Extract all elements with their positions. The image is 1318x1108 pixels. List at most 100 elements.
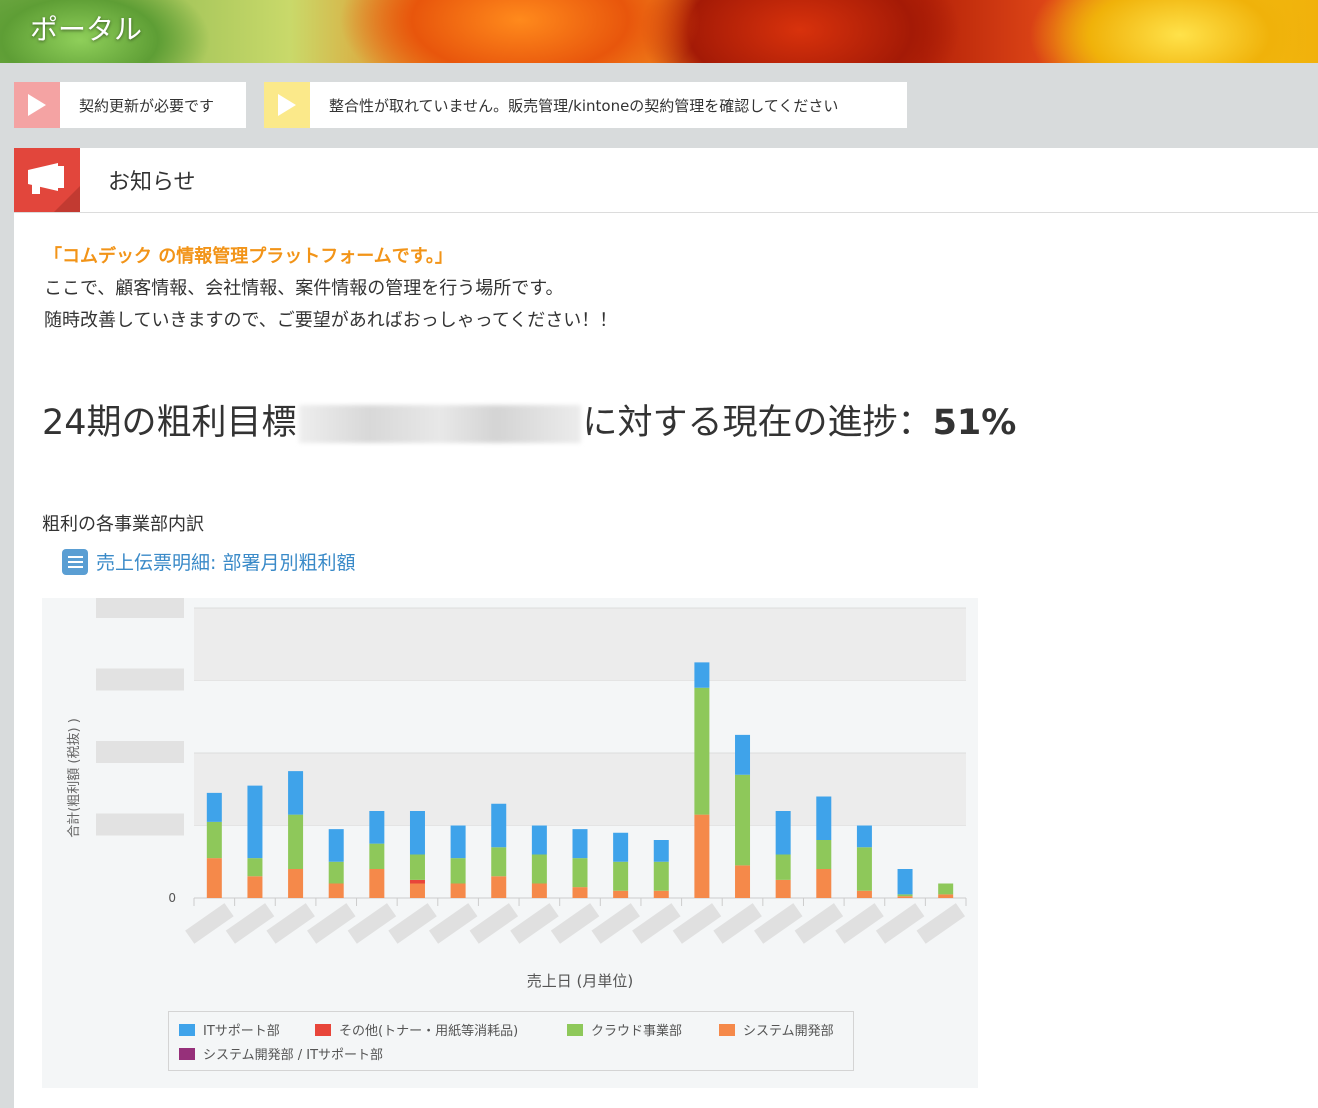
bar-segment bbox=[409, 811, 425, 855]
portal-title: ポータル bbox=[30, 13, 143, 46]
redacted-x-tick bbox=[510, 903, 559, 944]
redacted-x-tick bbox=[916, 903, 966, 944]
redacted-x-tick bbox=[185, 903, 234, 944]
report-link-label: 売上伝票明細: 部署月別粗利額 bbox=[96, 552, 356, 574]
redacted-x-tick bbox=[794, 903, 844, 944]
bar-segment bbox=[856, 890, 872, 898]
bar-segment bbox=[856, 825, 872, 848]
bar-segment bbox=[816, 796, 832, 840]
notice-panel: お知らせ 「コムデック の情報管理プラットフォームです。」 ここで、顧客情報、会… bbox=[14, 148, 1318, 1108]
megaphone-icon bbox=[14, 148, 80, 212]
bar-segment bbox=[247, 858, 263, 877]
legend-item[interactable]: システム開発部 / ITサポート部 bbox=[179, 1044, 383, 1063]
bar-segment bbox=[409, 854, 425, 880]
alert-contract-renewal[interactable]: 契約更新が必要です bbox=[14, 82, 246, 128]
legend-label: ITサポート部 bbox=[203, 1024, 280, 1039]
legend-swatch bbox=[179, 1047, 195, 1060]
redacted-x-tick bbox=[713, 903, 762, 944]
bar-segment bbox=[735, 865, 751, 898]
bar-segment bbox=[897, 869, 913, 895]
bar-segment bbox=[247, 876, 263, 898]
report-list-icon bbox=[62, 548, 88, 575]
redacted-x-tick bbox=[428, 903, 478, 944]
redacted-x-tick bbox=[388, 903, 437, 944]
notice-title: お知らせ bbox=[108, 170, 196, 195]
bar-segment bbox=[653, 890, 669, 898]
bar-segment bbox=[816, 869, 832, 898]
legend-label: システム開発部 / ITサポート部 bbox=[203, 1048, 384, 1063]
progress-value: 51% bbox=[932, 403, 1017, 443]
bar-segment bbox=[572, 887, 588, 898]
alert-flag-icon bbox=[264, 82, 310, 128]
notice-line: 随時改善していきますので、ご要望があればおっしゃってください！！ bbox=[44, 310, 618, 331]
y-axis-title: 合計(粗利額 (税抜) ) bbox=[66, 718, 82, 838]
legend-swatch bbox=[719, 1023, 735, 1036]
grid-band bbox=[194, 608, 966, 681]
legend-label: その他(トナー・用紙等消耗品) bbox=[339, 1024, 519, 1039]
bar-segment bbox=[491, 847, 507, 877]
bar-segment bbox=[409, 879, 425, 884]
legend-item[interactable]: その他(トナー・用紙等消耗品) bbox=[315, 1020, 518, 1039]
bar-segment bbox=[735, 734, 751, 775]
bar-segment bbox=[531, 883, 547, 898]
bar-segment bbox=[775, 854, 791, 880]
bar-segment bbox=[491, 803, 507, 848]
alert-text: 整合性が取れていません。販売管理/kintoneの契約管理を確認してください bbox=[329, 96, 839, 115]
progress-prefix: 24期の粗利目標 bbox=[42, 403, 297, 443]
bar-segment bbox=[653, 861, 669, 891]
bar-segment bbox=[206, 792, 222, 822]
legend-swatch bbox=[567, 1023, 583, 1036]
bar-segment bbox=[328, 861, 344, 884]
bar-segment bbox=[694, 814, 710, 898]
bar-segment bbox=[938, 883, 954, 895]
bar-segment bbox=[653, 840, 669, 862]
bar-segment bbox=[694, 662, 710, 688]
bar-segment bbox=[450, 883, 466, 898]
redacted-y-tick bbox=[96, 596, 184, 618]
redacted-y-tick bbox=[96, 813, 184, 836]
bar-segment bbox=[288, 771, 304, 815]
redacted-target-value bbox=[298, 405, 581, 443]
bar-segment bbox=[409, 883, 425, 898]
redacted-x-tick bbox=[672, 903, 722, 944]
bar-segment bbox=[775, 811, 791, 855]
bar-segment bbox=[613, 861, 629, 891]
bar-segment bbox=[572, 858, 588, 888]
redacted-x-tick bbox=[591, 903, 640, 944]
portal-banner: ポータル bbox=[0, 0, 1318, 63]
bar-segment bbox=[328, 829, 344, 862]
legend-label: システム開発部 bbox=[743, 1024, 834, 1039]
bar-segment bbox=[288, 869, 304, 898]
bar-segment bbox=[572, 829, 588, 859]
bar-segment bbox=[816, 840, 832, 869]
alert-consistency[interactable]: 整合性が取れていません。販売管理/kintoneの契約管理を確認してください bbox=[264, 82, 907, 128]
redacted-x-tick bbox=[469, 903, 519, 944]
bar-segment bbox=[613, 890, 629, 898]
legend-item[interactable]: ITサポート部 bbox=[179, 1020, 280, 1039]
notice-panel-header: お知らせ bbox=[14, 148, 1318, 213]
redacted-x-tick bbox=[347, 903, 397, 944]
alert-flag-icon bbox=[14, 82, 60, 128]
bar-segment bbox=[450, 858, 466, 884]
bar-segment bbox=[531, 854, 547, 884]
redacted-x-tick bbox=[307, 903, 356, 944]
bar-segment bbox=[897, 896, 913, 898]
bar-segment bbox=[369, 843, 385, 869]
bar-segment bbox=[450, 825, 466, 859]
progress-suffix: に対する現在の進捗： bbox=[582, 403, 933, 443]
y-tick-label: 0 bbox=[168, 891, 176, 905]
legend-label: クラウド事業部 bbox=[591, 1024, 683, 1039]
report-link[interactable]: 売上伝票明細: 部署月別粗利額 bbox=[62, 548, 355, 575]
redacted-x-tick bbox=[835, 903, 884, 944]
legend-item[interactable]: システム開発部 bbox=[719, 1020, 834, 1039]
bar-segment bbox=[531, 825, 547, 855]
legend-swatch bbox=[315, 1023, 331, 1036]
bar-segment bbox=[247, 785, 263, 859]
redacted-x-tick bbox=[753, 903, 803, 944]
legend-item[interactable]: クラウド事業部 bbox=[567, 1020, 682, 1039]
redacted-y-tick bbox=[96, 668, 184, 691]
redacted-x-tick bbox=[632, 903, 681, 944]
redacted-x-tick bbox=[875, 903, 925, 944]
chart-legend: ITサポート部 その他(トナー・用紙等消耗品) クラウド事業部 システム開発部 … bbox=[168, 1011, 854, 1071]
grid-band bbox=[194, 753, 966, 826]
